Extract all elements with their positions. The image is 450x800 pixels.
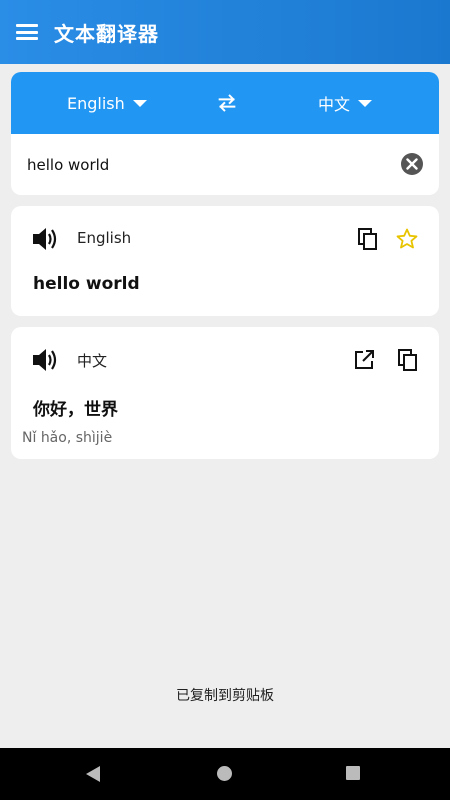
caret-down-icon	[358, 99, 373, 107]
language-bar: English 中文	[11, 72, 439, 134]
translate-input-card: English 中文	[11, 72, 439, 195]
source-result-text: hello world	[33, 274, 140, 294]
app-bar: 文本翻译器	[0, 0, 450, 64]
source-language-label: English	[67, 93, 125, 113]
copy-icon[interactable]	[356, 227, 380, 251]
open-external-icon[interactable]	[352, 348, 376, 372]
result-language-label: English	[77, 229, 132, 247]
recent-apps-icon[interactable]	[346, 766, 360, 780]
target-language-label: 中文	[318, 95, 351, 114]
speaker-icon[interactable]	[31, 226, 59, 252]
target-result-card: 中文 你好，世界 Nǐ hǎo, shìjiè	[11, 327, 439, 459]
result-header: 中文	[11, 327, 439, 393]
home-icon[interactable]	[217, 766, 232, 781]
star-icon[interactable]	[395, 227, 419, 251]
clear-icon[interactable]	[401, 153, 423, 175]
system-nav-bar	[0, 748, 450, 800]
result-language-label: 中文	[77, 352, 108, 370]
back-icon[interactable]	[86, 766, 100, 782]
source-language-select[interactable]: English	[67, 72, 147, 134]
source-result-card: English hello world	[11, 206, 439, 316]
caret-down-icon	[132, 99, 147, 107]
app-title: 文本翻译器	[54, 21, 159, 46]
menu-icon[interactable]	[16, 24, 38, 40]
toast-message: 已复制到剪贴板	[176, 688, 274, 704]
result-header: English	[11, 206, 439, 272]
target-language-select[interactable]: 中文	[318, 72, 373, 134]
input-row	[11, 134, 439, 195]
swap-arrows-icon[interactable]	[216, 92, 238, 114]
source-text-input[interactable]	[27, 134, 387, 195]
copy-icon[interactable]	[396, 348, 420, 372]
speaker-icon[interactable]	[31, 347, 59, 373]
target-result-text: 你好，世界	[33, 400, 118, 420]
pinyin-text: Nǐ hǎo, shìjiè	[22, 430, 113, 446]
